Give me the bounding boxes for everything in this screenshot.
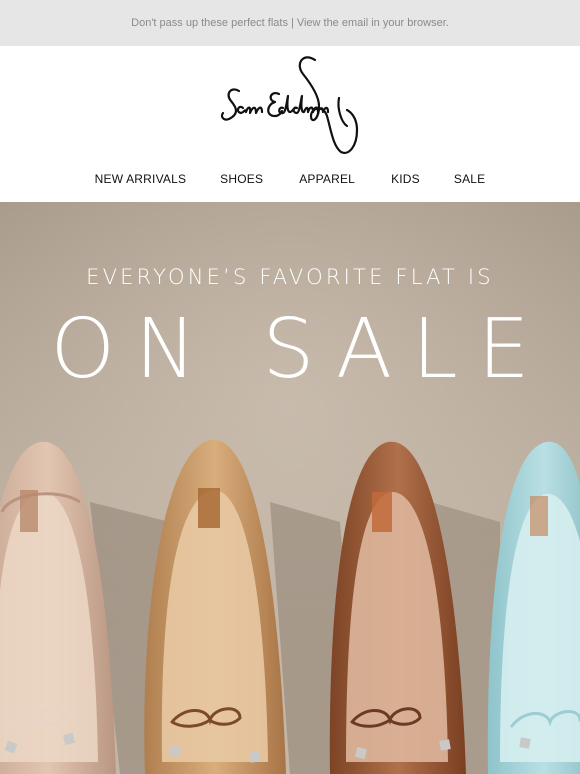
nav-new-arrivals[interactable]: NEW ARRIVALS (95, 172, 187, 186)
logo-area (0, 46, 580, 164)
nav-apparel[interactable]: APPAREL (299, 172, 355, 186)
nav-sale[interactable]: SALE (454, 172, 486, 186)
main-nav: NEW ARRIVALS SHOES APPAREL KIDS SALE (0, 164, 580, 202)
brand-logo (220, 56, 359, 154)
nav-kids[interactable]: KIDS (391, 172, 420, 186)
hero-title: ON SALE (50, 302, 550, 397)
preheader-separator: | (290, 17, 294, 29)
nav-shoes[interactable]: SHOES (220, 172, 263, 186)
preheader-text: Don't pass up these perfect flats (131, 17, 288, 29)
preheader-bar: Don't pass up these perfect flats | View… (0, 0, 580, 46)
view-in-browser-link[interactable]: View the email in your browser. (297, 17, 449, 29)
hero-subtitle: EVERYONE’S FAVORITE FLAT IS (86, 265, 494, 289)
hero-banner-link[interactable]: EVERYONE’S FAVORITE FLAT IS ON SALE (0, 202, 580, 774)
